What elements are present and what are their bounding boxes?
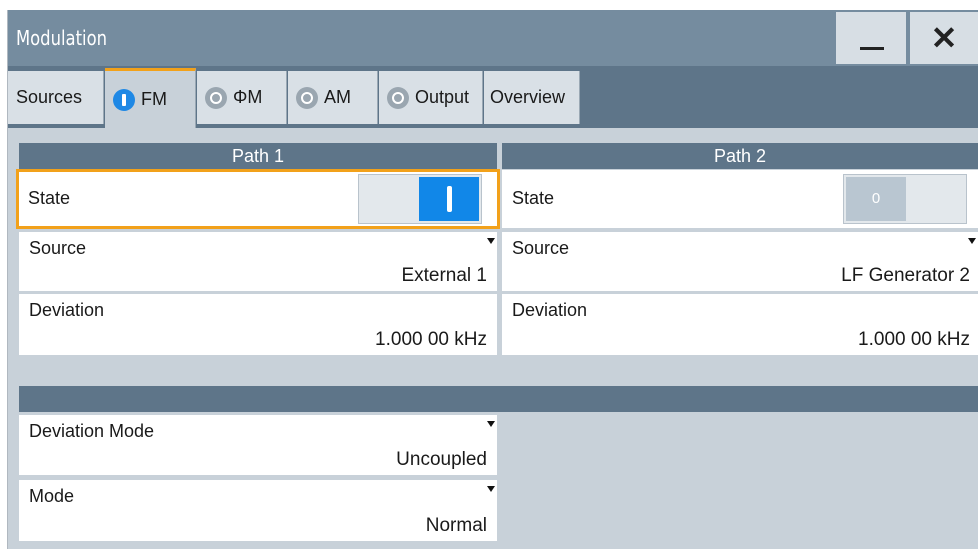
- dropdown-arrow-icon: [487, 421, 495, 427]
- tab-fm[interactable]: FM: [105, 68, 196, 128]
- dropdown-arrow-icon: [968, 238, 976, 244]
- path-2-deviation-field[interactable]: Deviation 1.000 00 kHz: [502, 294, 978, 355]
- tab-label: FM: [141, 89, 167, 109]
- state-off-icon: [296, 86, 318, 109]
- state-off-icon: [205, 86, 227, 109]
- path-2-header: Path 2: [502, 143, 978, 169]
- state-off-icon: [387, 86, 409, 109]
- tab-sources[interactable]: Sources: [8, 71, 104, 124]
- deviation-label: Deviation: [29, 300, 105, 320]
- path-1-header: Path 1: [19, 143, 497, 169]
- path-2-state-field: State 0: [502, 170, 978, 228]
- title-bar: Modulation ✕: [8, 10, 978, 66]
- fm-panel: Path 1 Path 2 State State 0 Source Exter…: [8, 128, 978, 549]
- close-icon: ✕: [930, 20, 958, 56]
- tab-phim[interactable]: ΦM: [197, 71, 287, 124]
- path-2-source-dropdown[interactable]: Source LF Generator 2: [502, 232, 978, 291]
- source-value: LF Generator 2: [841, 265, 970, 286]
- path-1-state-toggle[interactable]: [358, 174, 482, 224]
- path-1-source-dropdown[interactable]: Source External 1: [19, 232, 497, 291]
- path-1-deviation-field[interactable]: Deviation 1.000 00 kHz: [19, 294, 497, 355]
- mode-label: Mode: [29, 486, 75, 506]
- tab-label: Output: [415, 87, 470, 107]
- source-value: External 1: [401, 265, 487, 286]
- deviation-mode-value: Uncoupled: [396, 449, 487, 470]
- deviation-value: 1.000 00 kHz: [375, 329, 487, 350]
- tab-label: ΦM: [233, 87, 263, 107]
- common-section-header: [19, 386, 978, 412]
- minimize-button[interactable]: [836, 12, 906, 64]
- state-label: State: [512, 188, 555, 208]
- tab-overview[interactable]: Overview: [484, 71, 580, 124]
- mode-dropdown[interactable]: Mode Normal: [19, 480, 497, 541]
- path-1-state-field: State: [16, 169, 500, 229]
- toggle-off-text: 0: [846, 177, 906, 221]
- minimize-icon: [860, 47, 884, 50]
- tab-bar: Sources FM ΦM AM Output Overview: [8, 66, 978, 128]
- tab-label: AM: [324, 87, 351, 107]
- source-label: Source: [512, 238, 570, 258]
- modulation-dialog: Modulation ✕ Sources FM ΦM AM Output Ove…: [8, 10, 978, 549]
- deviation-mode-dropdown[interactable]: Deviation Mode Uncoupled: [19, 415, 497, 475]
- tab-label: Overview: [490, 87, 566, 107]
- dropdown-arrow-icon: [487, 238, 495, 244]
- mode-value: Normal: [425, 515, 487, 536]
- dropdown-arrow-icon: [487, 486, 495, 492]
- deviation-value: 1.000 00 kHz: [858, 329, 970, 350]
- window-title: Modulation: [16, 26, 108, 50]
- tab-am[interactable]: AM: [288, 71, 378, 124]
- path-2-state-toggle[interactable]: 0: [843, 174, 967, 224]
- deviation-label: Deviation: [512, 300, 588, 320]
- state-label: State: [28, 188, 71, 208]
- source-label: Source: [29, 238, 87, 258]
- toggle-on-icon: [419, 177, 479, 221]
- tab-label: Sources: [16, 87, 83, 107]
- deviation-mode-label: Deviation Mode: [29, 421, 155, 441]
- tab-output[interactable]: Output: [379, 71, 483, 124]
- close-button[interactable]: ✕: [910, 12, 978, 64]
- state-on-icon: [113, 88, 135, 111]
